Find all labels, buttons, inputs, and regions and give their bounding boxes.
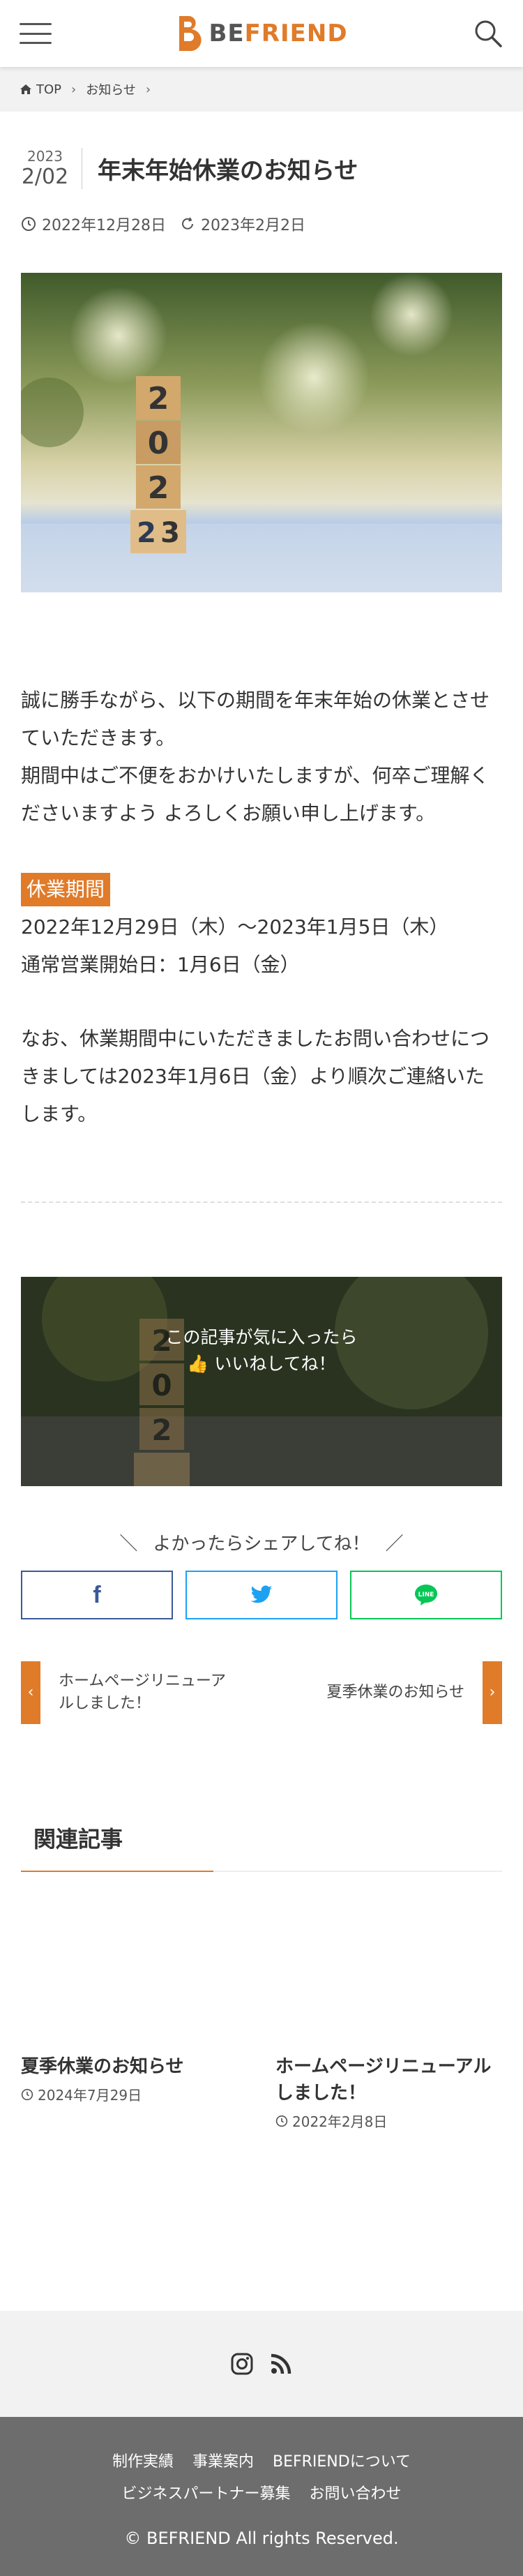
search-icon[interactable]: [473, 18, 503, 49]
logo-mark-icon: [179, 16, 202, 52]
article-meta: 2022年12月28日 2023年2月2日: [21, 213, 502, 235]
svg-text:2: 2: [148, 470, 169, 506]
like-line-1: この記事が気に入ったら: [165, 1327, 358, 1347]
update-icon: [182, 217, 193, 230]
chevron-right-icon: ›: [483, 1661, 502, 1724]
like-message: この記事が気に入ったら 👍 いいねしてね！: [21, 1324, 502, 1377]
like-line-2: 👍 いいねしてね！: [21, 1351, 502, 1377]
page: BEFRIEND TOP › お知らせ › 2023 2/02 年末年始休業のお…: [0, 0, 523, 2576]
related-posts: 夏季休業のお知らせ 2024年7月29日 ホームページリニューアルしました！ 2…: [21, 1897, 502, 2131]
breadcrumb-top-label: TOP: [36, 82, 62, 97]
related-thumbnail: [21, 1897, 248, 2042]
logo-text-main: BE: [209, 20, 245, 47]
related-date-text: 2022年2月8日: [292, 2113, 388, 2130]
closure-period-tag: 休業期間: [21, 873, 111, 906]
share-title-text: よかったらシェアしてね！: [153, 1534, 370, 1555]
divider: [21, 1201, 502, 1203]
like-box[interactable]: 2 0 2 この記事が気に入ったら 👍 いいねしてね！: [21, 1277, 502, 1486]
thumbs-up-icon: 👍: [187, 1354, 209, 1374]
related-posts-header: 関連記事: [21, 1822, 502, 1872]
svg-text:2: 2: [137, 517, 156, 549]
site-logo[interactable]: BEFRIEND: [176, 15, 347, 52]
instagram-icon[interactable]: [230, 2352, 254, 2376]
footer-link-about[interactable]: BEFRIENDについて: [273, 2453, 411, 2471]
footer-link-contact[interactable]: お問い合わせ: [310, 2485, 402, 2503]
related-underline: [21, 1871, 213, 1872]
footer-link-partners[interactable]: ビジネスパートナー募集: [121, 2485, 290, 2503]
chevron-right-icon: ›: [71, 82, 77, 97]
related-date-text: 2024年7月29日: [38, 2087, 142, 2104]
body-closing: なお、休業期間中にいただきましたお問い合わせにつきましては2023年1月6日（金…: [21, 1027, 490, 1125]
share-twitter-button[interactable]: [185, 1571, 338, 1619]
breadcrumb-news-label: お知らせ: [86, 83, 136, 98]
line-icon-text: LINE: [418, 1592, 434, 1598]
breadcrumb-news[interactable]: お知らせ: [86, 80, 136, 98]
share-heading: ＼ よかったらシェアしてね！ ／: [0, 1529, 523, 1555]
related-card[interactable]: 夏季休業のお知らせ 2024年7月29日: [21, 1897, 248, 2131]
menu-hamburger-icon[interactable]: [20, 23, 52, 44]
slash-left-deco: ＼: [119, 1534, 138, 1555]
related-date: 2024年7月29日: [21, 2084, 248, 2104]
footer-nav: 制作実績 事業案内 BEFRIENDについて ビジネスパートナー募集 お問い合わ…: [0, 2417, 523, 2510]
next-post-title: 夏季休業のお知らせ: [326, 1684, 464, 1701]
site-header: BEFRIEND: [0, 0, 523, 67]
article-date-box: 2023 2/02: [21, 148, 82, 189]
share-facebook-button[interactable]: f: [21, 1571, 173, 1619]
related-card[interactable]: ホームページリニューアルしました！ 2022年2月8日: [275, 1897, 502, 2131]
footer-social: [0, 2311, 523, 2417]
article-date-year: 2023: [27, 148, 63, 165]
chevron-left-icon: ‹: [21, 1661, 40, 1724]
breadcrumb: TOP › お知らせ ›: [0, 67, 523, 112]
home-icon: [20, 84, 31, 94]
footer-link-works[interactable]: 制作実績: [112, 2453, 174, 2471]
share-line-button[interactable]: LINE: [350, 1571, 502, 1619]
related-title: ホームページリニューアルしました！: [275, 2056, 492, 2104]
svg-text:0: 0: [148, 426, 169, 461]
related-title: 夏季休業のお知らせ: [21, 2056, 184, 2077]
updated-date: 2023年2月2日: [180, 213, 305, 235]
slash-right-deco: ／: [385, 1534, 404, 1555]
facebook-icon: f: [93, 1581, 101, 1608]
article-date-md: 2/02: [21, 165, 69, 189]
resume-date: 通常営業開始日：1月6日（金）: [21, 953, 300, 976]
clock-icon: [22, 217, 36, 231]
clock-icon: [275, 2115, 288, 2127]
next-post-link[interactable]: 夏季休業のお知らせ ›: [326, 1661, 502, 1724]
post-pager: ‹ ホームページリニューアルしました！ 夏季休業のお知らせ ›: [21, 1661, 502, 1724]
published-date-text: 2022年12月28日: [42, 217, 166, 234]
published-date: 2022年12月28日: [21, 213, 166, 235]
line-icon: LINE: [415, 1585, 437, 1605]
article-title: 年末年始休業のお知らせ: [98, 157, 358, 185]
closure-period: 2022年12月29日（木）〜2023年1月5日（木）: [21, 915, 449, 938]
twitter-icon: [250, 1585, 273, 1603]
body-paragraph: 誠に勝手ながら、以下の期間を年末年始の休業とさせていただきます。: [21, 689, 490, 749]
site-footer: 制作実績 事業案内 BEFRIENDについて ビジネスパートナー募集 お問い合わ…: [0, 2417, 523, 2576]
svg-text:2: 2: [148, 381, 169, 417]
body-paragraph: 期間中はご不便をおかけいたしますが、何卒ご理解くださいますよう よろしくお願い申…: [21, 764, 490, 825]
related-posts-title: 関連記事: [33, 1826, 123, 1852]
prev-post-link[interactable]: ‹ ホームページリニューアルしました！: [21, 1661, 240, 1724]
logo-text-accent: FRIEND: [244, 20, 348, 47]
copyright: © BEFRIEND All rights Reserved.: [124, 2529, 399, 2548]
chevron-right-icon: ›: [145, 82, 151, 97]
svg-text:3: 3: [160, 517, 180, 549]
share-buttons: f LINE: [21, 1571, 502, 1619]
updated-date-text: 2023年2月2日: [200, 217, 305, 234]
related-date: 2022年2月8日: [275, 2111, 502, 2131]
breadcrumb-top[interactable]: TOP: [20, 82, 61, 97]
rss-icon[interactable]: [269, 2352, 293, 2376]
logo-text: BEFRIEND: [209, 20, 347, 47]
prev-post-title: ホームページリニューアルしました！: [59, 1672, 227, 1712]
article-body: 誠に勝手ながら、以下の期間を年末年始の休業とさせていただきます。 期間中はご不便…: [21, 682, 502, 1133]
clock-icon: [21, 2088, 33, 2100]
footer-link-services[interactable]: 事業案内: [192, 2453, 254, 2471]
like-line-2-text: いいねしてね！: [214, 1354, 336, 1374]
related-thumbnail: [275, 1897, 502, 2042]
article-header: 2023 2/02 年末年始休業のお知らせ: [21, 148, 502, 189]
article-hero-image: 2 0 2 2 3: [21, 273, 502, 592]
